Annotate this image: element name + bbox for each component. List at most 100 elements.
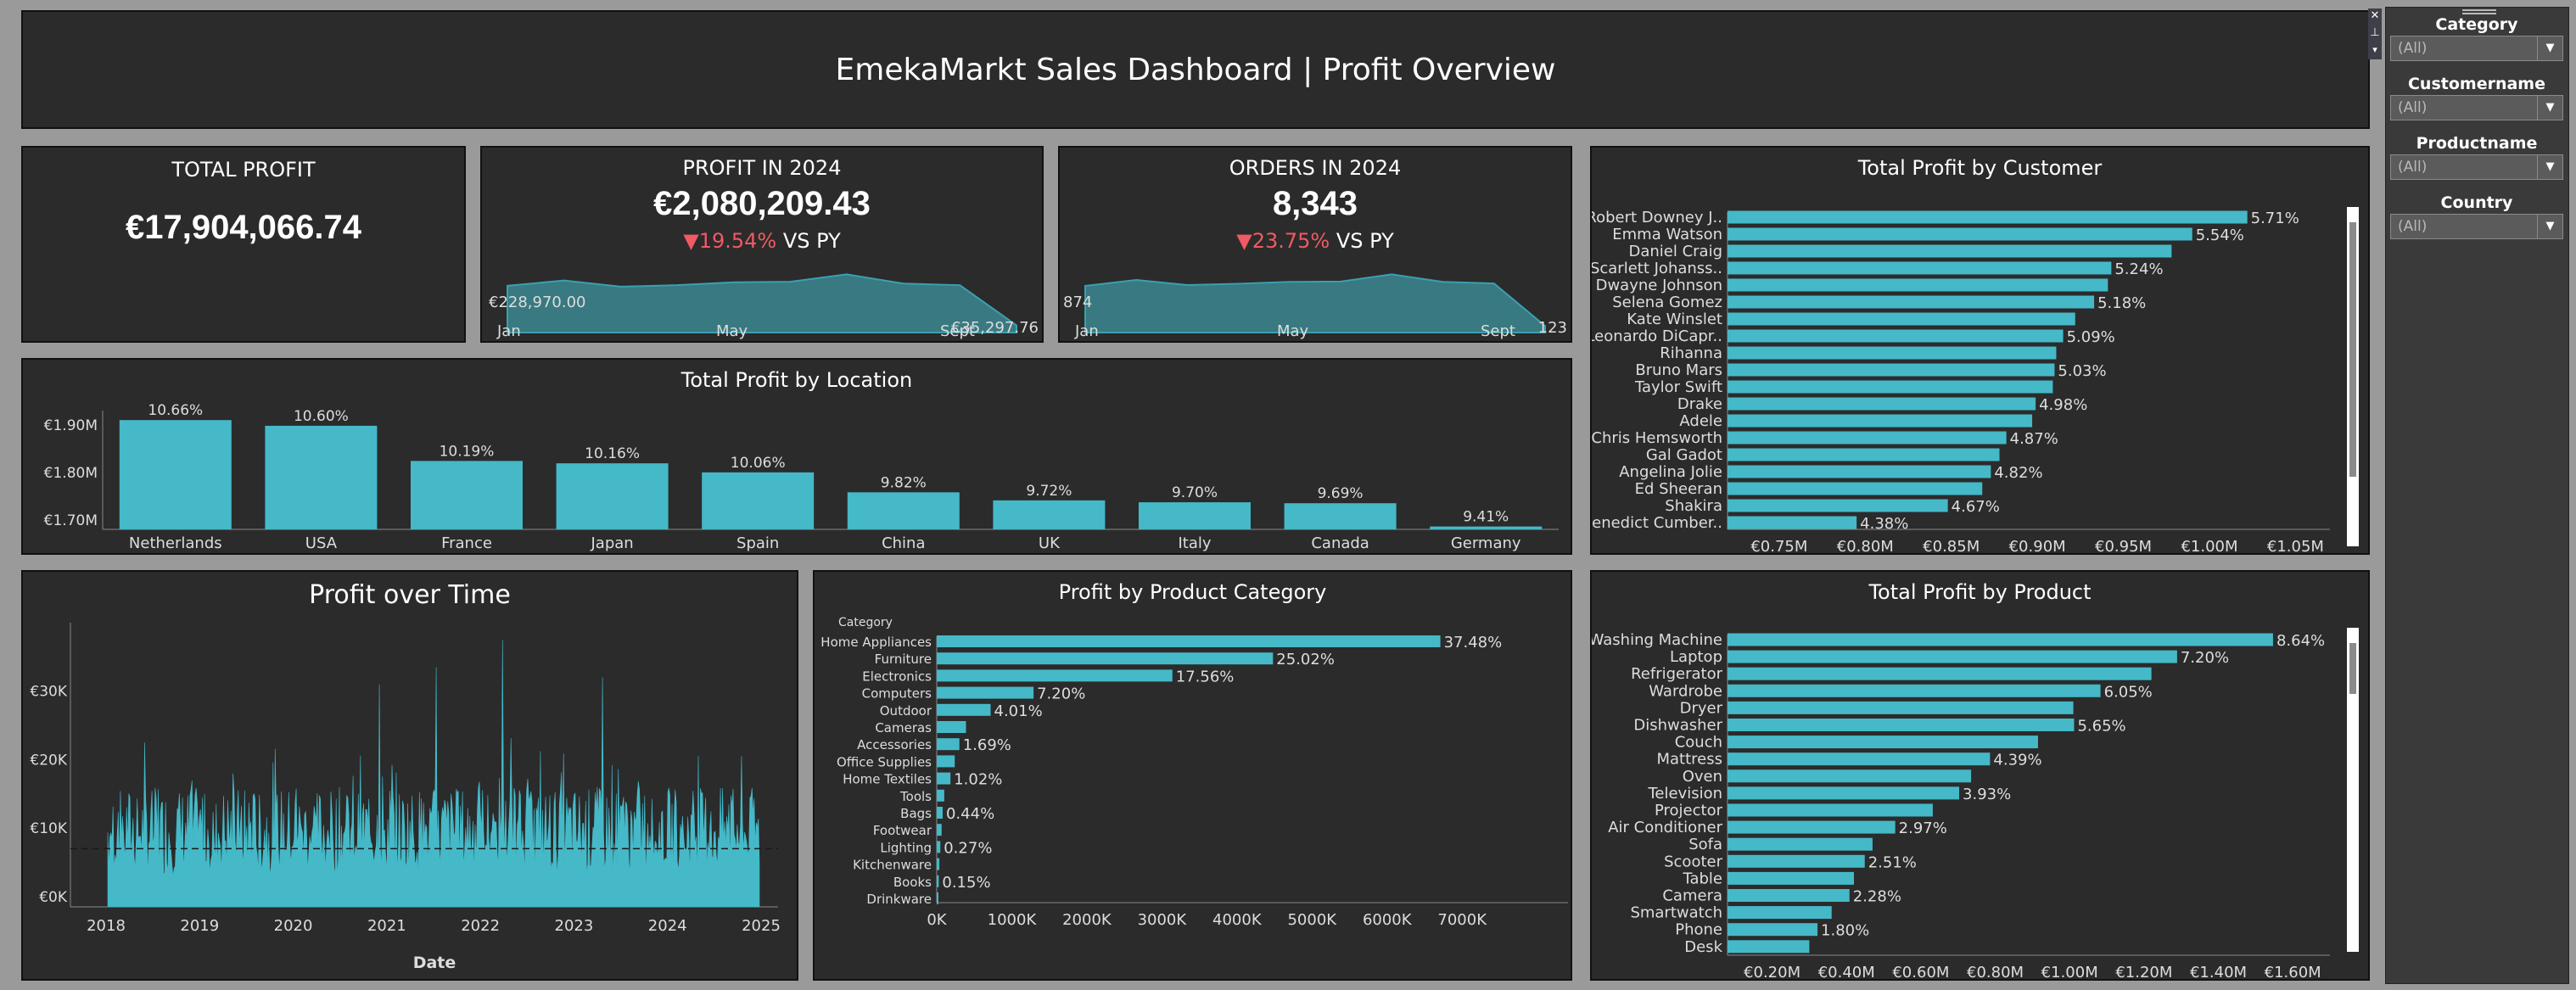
category-label: Refrigerator	[1631, 665, 1723, 683]
data-label: 4.38%	[1860, 515, 1908, 533]
category-label: Home Textiles	[843, 772, 932, 787]
filter-country-label: Country	[2440, 193, 2513, 212]
category-label: Kate Winslet	[1627, 310, 1722, 328]
bar	[1728, 312, 2075, 326]
category-label: Accessories	[857, 737, 932, 752]
x-tick-label: UK	[1039, 534, 1061, 552]
filter-customer-value: (All)	[2398, 99, 2428, 116]
bar	[1728, 650, 2177, 663]
category-label: Home Appliances	[820, 635, 932, 650]
kpi-orders-2024-value: 8,343	[1272, 185, 1358, 222]
filter-country-select[interactable]: (All) ▼	[2390, 214, 2563, 239]
x-tick-label: Spain	[736, 534, 779, 552]
bar	[1728, 906, 1832, 920]
x-tick-label: €1.05M	[2267, 538, 2324, 553]
spark-start-label: 874	[1063, 294, 1092, 311]
kpi-profit-2024: PROFIT IN 2024 €2,080,209.43 ▼19.54% VS …	[480, 146, 1044, 343]
x-tick-label: 2018	[87, 917, 126, 935]
chevron-down-icon[interactable]: ▼	[2537, 36, 2562, 60]
bar	[1728, 684, 2101, 697]
bar	[937, 824, 942, 836]
x-tick-label: 3000K	[1138, 911, 1188, 929]
category-label: Couch	[1675, 734, 1722, 752]
data-label: 2.51%	[1868, 853, 1917, 871]
bar	[1728, 940, 1810, 954]
bar	[1728, 633, 2273, 646]
x-tick-label: Japan	[590, 534, 633, 552]
category-label: Kitchenware	[853, 858, 932, 873]
x-tick-label: 1000K	[988, 911, 1038, 929]
data-label: 9.41%	[1463, 509, 1509, 526]
kpi-orders-2024-delta: ▼23.75% VS PY	[1060, 229, 1571, 253]
bar	[1728, 227, 2192, 241]
data-label: 5.24%	[2114, 260, 2163, 278]
bar	[1728, 380, 2053, 394]
pin-icon[interactable]: ⊥	[2368, 24, 2382, 42]
category-label: Scarlett Johanss..	[1592, 260, 1722, 277]
chevron-down-icon[interactable]: ▼	[2537, 155, 2562, 179]
x-tick-label: €0.60M	[1892, 964, 1949, 979]
bar	[1728, 752, 1991, 766]
data-label: 2.97%	[1899, 819, 1947, 837]
bar	[1728, 701, 2074, 714]
data-label: 5.03%	[2058, 362, 2106, 380]
x-tick-label: 6000K	[1363, 911, 1413, 929]
more-options-icon[interactable]: ▾	[2368, 42, 2382, 58]
category-label: Projector	[1655, 802, 1723, 819]
bar	[937, 652, 1274, 665]
data-label: 10.60%	[294, 408, 349, 425]
bar	[1728, 431, 2007, 445]
filter-customer-select[interactable]: (All) ▼	[2390, 95, 2563, 120]
category-label: Laptop	[1670, 648, 1722, 666]
category-label: Cameras	[875, 720, 932, 736]
delta-suffix: VS PY	[782, 229, 841, 253]
x-tick-label: France	[441, 534, 492, 552]
bar	[1728, 769, 1972, 783]
category-label: Angelina Jolie	[1619, 463, 1722, 481]
kpi-total-profit-value: €17,904,066.74	[125, 209, 362, 246]
filter-customer-label: Customername	[2407, 75, 2545, 93]
bar	[1728, 871, 1855, 885]
filter-product-value: (All)	[2398, 159, 2428, 176]
category-label: Footwear	[873, 823, 932, 838]
filter-product-select[interactable]: (All) ▼	[2390, 154, 2563, 180]
float-controls: ✕ ⊥ ▾	[2368, 8, 2382, 59]
bar	[265, 425, 378, 529]
category-label: Scooter	[1664, 853, 1722, 870]
data-label: 6.05%	[2104, 683, 2153, 701]
category-label: Dryer	[1680, 699, 1723, 717]
category-label: Electronics	[862, 668, 932, 684]
bar	[1728, 719, 2075, 731]
data-label: 10.19%	[440, 443, 495, 460]
category-label: Washing Machine	[1592, 631, 1722, 649]
bar	[1728, 923, 1818, 937]
x-tick-label: €1.00M	[2181, 538, 2237, 553]
delta-suffix: VS PY	[1336, 229, 1394, 253]
x-tick-label: 7000K	[1437, 911, 1487, 929]
category-label: Robert Downey J..	[1592, 209, 1722, 227]
category-label: Bruno Mars	[1635, 361, 1722, 379]
category-label: Sofa	[1688, 836, 1722, 853]
bar	[1139, 502, 1251, 529]
chevron-down-icon[interactable]: ▼	[2537, 96, 2562, 120]
chevron-down-icon[interactable]: ▼	[2537, 215, 2562, 238]
location-bar-chart: €1.70M €1.80M €1.90M 10.66% Netherlands 10.60…	[44, 402, 1559, 552]
location-chart-panel: Total Profit by Location €1.70M €1.80M €1.…	[21, 358, 1572, 555]
spark-axis-may: May	[716, 322, 748, 340]
x-tick-label: 2025	[742, 917, 781, 935]
bar	[937, 635, 1441, 647]
filter-category-select[interactable]: (All) ▼	[2390, 36, 2563, 61]
bar	[1728, 278, 2108, 292]
customer-scrollbar-thumb[interactable]	[2349, 222, 2356, 477]
data-label: 5.09%	[2067, 328, 2115, 346]
filter-country-value: (All)	[2398, 218, 2428, 235]
category-label: Air Conditioner	[1608, 819, 1722, 836]
customer-scrollbar[interactable]	[2347, 207, 2359, 546]
product-scrollbar[interactable]	[2347, 628, 2359, 952]
category-label: Adele	[1679, 412, 1722, 430]
data-label: 5.18%	[2097, 294, 2146, 312]
bar	[1430, 526, 1543, 529]
product-scrollbar-thumb[interactable]	[2349, 643, 2356, 694]
filter-country: Country (All) ▼	[2390, 192, 2563, 239]
close-icon[interactable]: ✕	[2368, 8, 2382, 24]
